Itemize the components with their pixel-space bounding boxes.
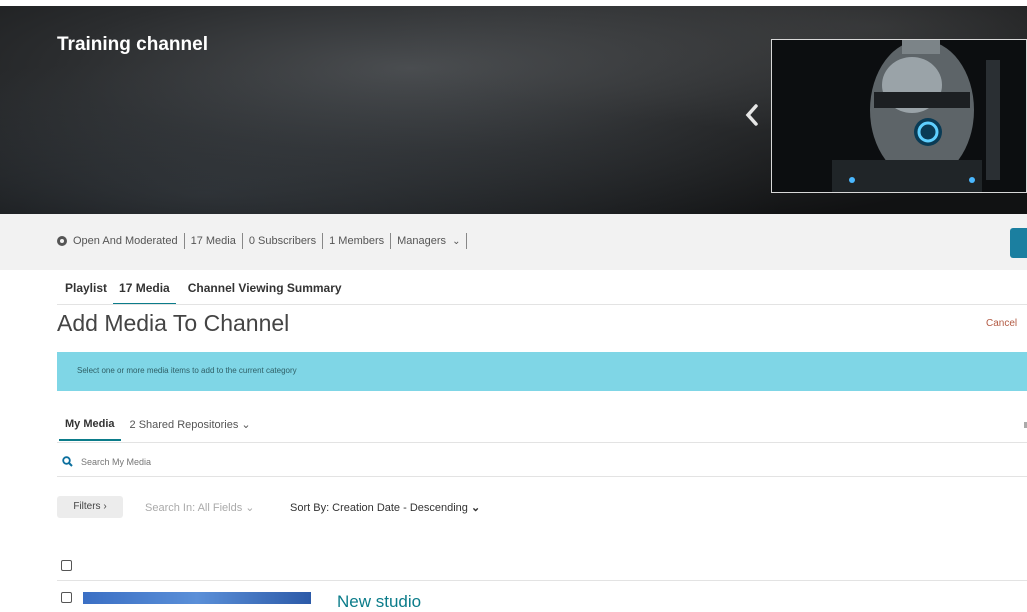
page-title: Add Media To Channel xyxy=(57,310,290,336)
divider xyxy=(57,442,1027,443)
divider xyxy=(57,304,1027,305)
tab-channel-viewing-summary[interactable]: Channel Viewing Summary xyxy=(188,281,342,305)
divider xyxy=(183,233,185,249)
globe-icon xyxy=(57,236,67,246)
chevron-down-icon: ⌄ xyxy=(470,502,481,514)
chevron-down-icon: ⌄ xyxy=(452,236,461,247)
tab-my-media[interactable]: My Media xyxy=(59,418,121,441)
item-checkbox[interactable] xyxy=(61,592,72,603)
info-message: Select one or more media items to add to… xyxy=(57,352,1027,391)
media-item-title[interactable]: New studio xyxy=(337,592,421,612)
members-count[interactable]: 1 Members xyxy=(329,235,384,247)
channel-title: Training channel xyxy=(57,34,208,55)
divider xyxy=(57,580,1027,581)
managers-dropdown[interactable]: Managers ⌄ xyxy=(397,235,460,247)
divider xyxy=(57,476,1027,477)
divider xyxy=(466,233,468,249)
sort-by-label: Sort By: Creation Date - Descending xyxy=(290,502,468,514)
channel-banner: Training channel xyxy=(0,6,1027,214)
subscribers-count: 0 Subscribers xyxy=(248,235,317,247)
divider xyxy=(241,233,243,249)
select-all-checkbox[interactable] xyxy=(61,560,72,571)
search-icon xyxy=(62,456,73,467)
chevron-down-icon: ⌄ xyxy=(245,502,255,514)
channel-tabs: Playlist 17 Media Channel Viewing Summar… xyxy=(65,281,354,305)
sort-by-dropdown[interactable]: Sort By: Creation Date - Descending ⌄ xyxy=(290,501,480,514)
shared-repositories-dropdown[interactable]: 2 Shared Repositories ⌄ xyxy=(130,418,251,441)
channel-meta-bar: Open And Moderated 17 Media 0 Subscriber… xyxy=(0,214,1027,270)
channel-meta: Open And Moderated 17 Media 0 Subscriber… xyxy=(57,233,473,249)
action-button[interactable] xyxy=(1010,228,1027,258)
tab-playlist[interactable]: Playlist xyxy=(65,281,107,305)
search-in-label: Search In: All Fields xyxy=(145,502,243,514)
filters-button[interactable]: Filters › xyxy=(57,496,123,518)
chevron-right-icon: › xyxy=(103,501,107,512)
search-bar[interactable]: Search My Media xyxy=(62,456,151,467)
media-thumbnail[interactable] xyxy=(83,592,311,604)
tab-media[interactable]: 17 Media xyxy=(113,281,176,305)
chevron-left-icon[interactable] xyxy=(740,100,766,130)
search-in-dropdown[interactable]: Search In: All Fields ⌄ xyxy=(145,501,255,514)
shared-repositories-label: 2 Shared Repositories xyxy=(129,419,239,431)
moderation-label: Open And Moderated xyxy=(73,235,178,247)
managers-label: Managers xyxy=(397,235,447,247)
media-count: 17 Media xyxy=(190,235,236,247)
channel-thumbnail[interactable] xyxy=(771,39,1027,193)
divider xyxy=(322,233,324,249)
media-source-tabs: My Media 2 Shared Repositories ⌄ xyxy=(59,418,251,441)
info-text: Select one or more media items to add to… xyxy=(77,366,297,375)
search-input[interactable]: Search My Media xyxy=(81,457,151,467)
filters-label: Filters xyxy=(73,501,101,512)
cancel-link[interactable]: Cancel xyxy=(986,318,1017,329)
robot-image xyxy=(772,40,1026,192)
chevron-down-icon: ⌄ xyxy=(241,419,251,431)
divider xyxy=(390,233,392,249)
